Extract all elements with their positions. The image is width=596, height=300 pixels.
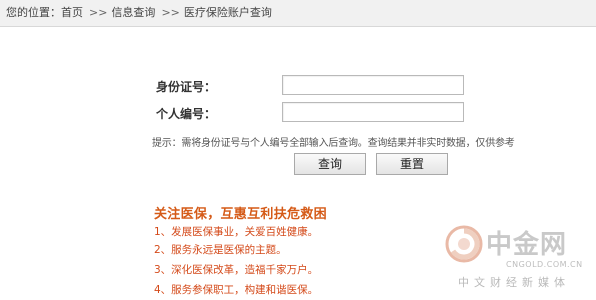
breadcrumb-separator: >> [161,6,180,19]
reset-button[interactable]: 重置 [376,153,448,175]
watermark-name: 中金网 [486,230,568,260]
promo-item: 2、服务永远是医保的主题。 [154,244,287,256]
breadcrumb-info-query-link[interactable]: 信息查询 [111,0,155,26]
breadcrumb-home-link[interactable]: 首页 [61,0,83,26]
breadcrumb-lead: 您的位置： [6,6,61,19]
promo-item: 3、深化医保改革，造福千家万户。 [154,264,319,276]
watermark-logo-icon [445,225,483,263]
promo-item: 4、服务参保职工，构建和谐医保。 [154,284,319,296]
id-number-label: 身份证号： [156,80,217,94]
personal-number-input[interactable] [282,102,464,122]
breadcrumb-current-page: 医疗保险账户查询 [183,6,272,19]
breadcrumb: 您的位置：首页 >> 信息查询 >> 医疗保险账户查询 [0,0,596,27]
watermark-slogan: 中文财经新媒体 [458,276,570,289]
watermark-domain: CNGOLD.COM.CN [506,260,583,269]
query-button[interactable]: 查询 [294,153,366,175]
watermark: 中金网 CNGOLD.COM.CN 中文财经新媒体 [440,222,590,294]
breadcrumb-separator: >> [89,6,108,19]
personal-number-label: 个人编号： [156,107,217,121]
promo-item: 1、发展医保事业，关爱百姓健康。 [154,226,319,238]
promo-title: 关注医保，互惠互利扶危救困 [154,207,327,222]
query-hint-text: 提示：需将身份证号与个人编号全部输入后查询。查询结果并非实时数据，仅供参考 [152,138,515,149]
id-number-input[interactable] [282,75,464,95]
